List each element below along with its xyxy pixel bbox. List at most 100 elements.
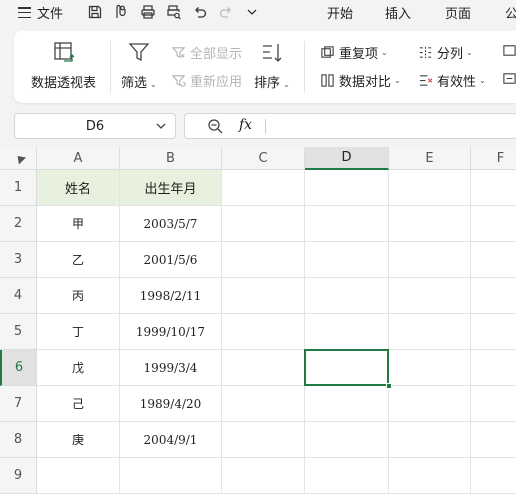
export-pdf-icon[interactable] xyxy=(112,3,130,21)
cell-d8[interactable] xyxy=(305,422,389,458)
cell-c7[interactable] xyxy=(222,386,305,422)
show-all-button[interactable]: 全部显示 xyxy=(171,43,242,62)
row-header-7[interactable]: 7 xyxy=(0,386,37,422)
formula-bar[interactable]: fx xyxy=(184,113,516,139)
cell-e9[interactable] xyxy=(389,458,471,494)
validity-button[interactable]: 有效性 ⌄ xyxy=(418,71,486,90)
cell-b5[interactable]: 1999/10/17 xyxy=(120,314,222,350)
cell-a1[interactable]: 姓名 xyxy=(37,170,120,206)
split-button[interactable]: 分列 ⌄ xyxy=(418,43,473,62)
fill-handle[interactable] xyxy=(386,383,392,389)
cell-e2[interactable] xyxy=(389,206,471,242)
cell-d4[interactable] xyxy=(305,278,389,314)
cell-c3[interactable] xyxy=(222,242,305,278)
cell-b3[interactable]: 2001/5/6 xyxy=(120,242,222,278)
cell-a8[interactable]: 庚 xyxy=(37,422,120,458)
tab-formulas[interactable]: 公 xyxy=(505,3,516,22)
column-header-f[interactable]: F xyxy=(471,147,516,170)
reapply-button[interactable]: 重新应用 xyxy=(171,71,242,90)
row-header-9[interactable]: 9 xyxy=(0,458,37,494)
print-preview-icon[interactable] xyxy=(165,3,183,21)
cell-e6[interactable] xyxy=(389,350,471,386)
more-chevron-icon[interactable] xyxy=(243,3,261,21)
cell-b8[interactable]: 2004/9/1 xyxy=(120,422,222,458)
cell-e8[interactable] xyxy=(389,422,471,458)
column-header-e[interactable]: E xyxy=(389,147,471,170)
name-box[interactable]: D6 xyxy=(14,113,176,139)
column-header-d[interactable]: D xyxy=(305,147,389,170)
cell-c9[interactable] xyxy=(222,458,305,494)
cell-a7[interactable]: 己 xyxy=(37,386,120,422)
chevron-down-icon[interactable] xyxy=(155,120,167,132)
more-ribbon-icon-2[interactable] xyxy=(502,71,516,86)
cell-d1[interactable] xyxy=(305,170,389,206)
filter-button[interactable]: 筛选 ⌄ xyxy=(121,40,157,91)
cell-d5[interactable] xyxy=(305,314,389,350)
print-icon[interactable] xyxy=(139,3,157,21)
column-header-b[interactable]: B xyxy=(120,147,222,170)
cell-c1[interactable] xyxy=(222,170,305,206)
cell-f5[interactable] xyxy=(471,314,516,350)
cell-e3[interactable] xyxy=(389,242,471,278)
tab-insert[interactable]: 插入 xyxy=(385,3,411,22)
redo-icon[interactable] xyxy=(217,3,235,21)
zoom-icon[interactable] xyxy=(207,118,224,135)
tab-home[interactable]: 开始 xyxy=(327,3,353,22)
tab-page[interactable]: 页面 xyxy=(445,3,471,22)
cell-d9[interactable] xyxy=(305,458,389,494)
cell-f7[interactable] xyxy=(471,386,516,422)
cell-a9[interactable] xyxy=(37,458,120,494)
cell-b7[interactable]: 1989/4/20 xyxy=(120,386,222,422)
cell-c2[interactable] xyxy=(222,206,305,242)
cell-a2[interactable]: 甲 xyxy=(37,206,120,242)
cell-c8[interactable] xyxy=(222,422,305,458)
file-menu-button[interactable]: 文件 xyxy=(18,3,63,22)
cell-f1[interactable] xyxy=(471,170,516,206)
fx-icon[interactable]: fx xyxy=(239,117,252,133)
column-header-a[interactable]: A xyxy=(37,147,120,170)
cell-d3[interactable] xyxy=(305,242,389,278)
more-ribbon-icon[interactable] xyxy=(502,43,516,58)
cell-b9[interactable] xyxy=(120,458,222,494)
cell-a4[interactable]: 丙 xyxy=(37,278,120,314)
undo-icon[interactable] xyxy=(191,3,209,21)
ribbon-divider xyxy=(110,41,111,93)
cell-b6[interactable]: 1999/3/4 xyxy=(120,350,222,386)
cell-c4[interactable] xyxy=(222,278,305,314)
cell-c5[interactable] xyxy=(222,314,305,350)
cell-c6[interactable] xyxy=(222,350,305,386)
select-all-corner[interactable] xyxy=(0,147,37,170)
cell-f3[interactable] xyxy=(471,242,516,278)
row-header-6[interactable]: 6 xyxy=(0,350,37,386)
save-icon[interactable] xyxy=(86,3,104,21)
cell-f6[interactable] xyxy=(471,350,516,386)
row-header-4[interactable]: 4 xyxy=(0,278,37,314)
pivot-table-button[interactable]: 数据透视表 xyxy=(31,40,96,91)
row-header-2[interactable]: 2 xyxy=(0,206,37,242)
cell-a3[interactable]: 乙 xyxy=(37,242,120,278)
cell-e7[interactable] xyxy=(389,386,471,422)
cell-a5[interactable]: 丁 xyxy=(37,314,120,350)
cell-d7[interactable] xyxy=(305,386,389,422)
duplicates-button[interactable]: 重复项 ⌄ xyxy=(320,43,388,62)
cell-b2[interactable]: 2003/5/7 xyxy=(120,206,222,242)
cell-b4[interactable]: 1998/2/11 xyxy=(120,278,222,314)
cell-f9[interactable] xyxy=(471,458,516,494)
column-header-c[interactable]: C xyxy=(222,147,305,170)
cell-f8[interactable] xyxy=(471,422,516,458)
cell-f2[interactable] xyxy=(471,206,516,242)
cell-b1[interactable]: 出生年月 xyxy=(120,170,222,206)
cell-d6[interactable] xyxy=(305,350,389,386)
sort-button[interactable]: 排序 ⌄ xyxy=(254,40,290,91)
row-header-5[interactable]: 5 xyxy=(0,314,37,350)
row-header-8[interactable]: 8 xyxy=(0,422,37,458)
cell-e1[interactable] xyxy=(389,170,471,206)
compare-button[interactable]: 数据对比 ⌄ xyxy=(320,71,401,90)
cell-e5[interactable] xyxy=(389,314,471,350)
row-header-1[interactable]: 1 xyxy=(0,170,37,206)
cell-d2[interactable] xyxy=(305,206,389,242)
cell-f4[interactable] xyxy=(471,278,516,314)
cell-e4[interactable] xyxy=(389,278,471,314)
row-header-3[interactable]: 3 xyxy=(0,242,37,278)
cell-a6[interactable]: 戊 xyxy=(37,350,120,386)
